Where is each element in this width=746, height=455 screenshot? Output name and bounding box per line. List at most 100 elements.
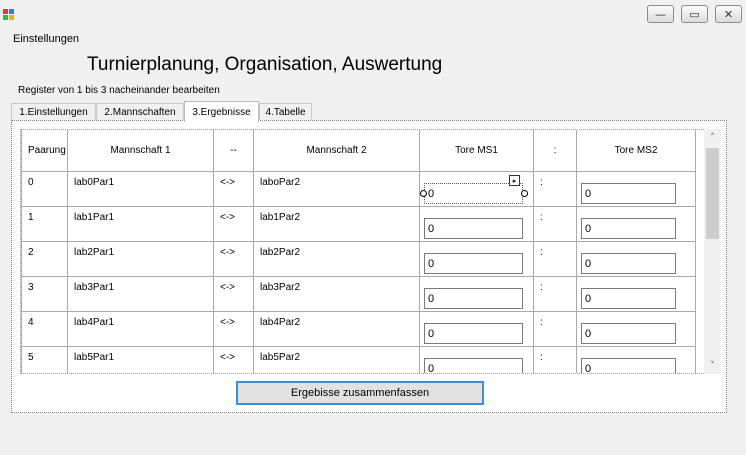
cell-text-team2: lab3Par2 — [260, 282, 301, 293]
cell-text-vs: <-> — [220, 177, 236, 188]
cell-text-colon: : — [540, 247, 543, 258]
header-paarung: Paarung — [21, 130, 68, 171]
close-icon: ✕ — [723, 7, 734, 21]
goals-team2-input[interactable]: 0 — [581, 183, 676, 204]
goals-team2-input[interactable]: 0 — [581, 253, 676, 274]
table-row: 2 lab2Par1 <-> lab2Par2 0: 0 — [21, 242, 696, 277]
cell-text-team1: lab2Par1 — [74, 247, 115, 258]
cell-vs: <-> — [214, 172, 254, 206]
grid-body: 0 lab0Par1 <-> laboPar2 0 ▸:0 1 lab1Par1 <-> lab1… — [21, 172, 696, 373]
goals-team1-input[interactable]: 0 — [424, 288, 523, 309]
table-row: 4 lab4Par1 <-> lab4Par2 0: 0 — [21, 312, 696, 347]
grid-header-row: Paarung Mannschaft 1 -- Mannschaft 2 Tor… — [21, 130, 696, 172]
cell-colon: : — [534, 242, 577, 276]
tab-tabelle[interactable]: 4.Tabelle — [259, 103, 312, 121]
goals-team1-input[interactable]: 0 — [424, 358, 523, 373]
cell-tore1: 0 ▸ — [420, 172, 534, 206]
cell-text-team2: lab2Par2 — [260, 247, 301, 258]
vertical-scrollbar[interactable]: ˄ ˅ — [704, 129, 721, 374]
app-icon — [3, 9, 17, 21]
cell-colon: : — [534, 207, 577, 241]
page-title: Turnierplanung, Organisation, Auswertung — [87, 54, 443, 75]
tab-mannschaften[interactable]: 2.Mannschaften — [96, 103, 184, 121]
cell-text-vs: <-> — [220, 212, 236, 223]
summarize-results-button[interactable]: Ergebisse zusammenfassen — [236, 381, 484, 405]
goals-team2-input[interactable]: 0 — [581, 218, 676, 239]
scroll-thumb[interactable] — [706, 148, 719, 239]
cell-text-team2: laboPar2 — [260, 177, 301, 188]
cell-text-vs: <-> — [220, 282, 236, 293]
cell-vs: <-> — [214, 312, 254, 346]
cell-text-team1: lab1Par1 — [74, 212, 115, 223]
menu-einstellungen[interactable]: Einstellungen — [13, 33, 79, 45]
cell-vs: <-> — [214, 277, 254, 311]
cell-text-paarung: 4 — [28, 317, 34, 328]
goals-team1-input[interactable]: 0 — [424, 253, 523, 274]
goals-team2-input[interactable]: 0 — [581, 358, 676, 373]
cell-vs: <-> — [214, 207, 254, 241]
cell-tore2: 0 — [577, 347, 696, 373]
cell-paarung: 1 — [21, 207, 68, 241]
table-row: 3 lab3Par1 <-> lab3Par2 0: 0 — [21, 277, 696, 312]
header-colon-label: : — [553, 145, 557, 156]
scroll-down-icon[interactable]: ˅ — [704, 357, 721, 374]
header-mannschaft1: Mannschaft 1 — [68, 130, 214, 171]
table-row: 1 lab1Par1 <-> lab1Par2 0: 0 — [21, 207, 696, 242]
cell-vs: <-> — [214, 347, 254, 373]
close-button[interactable]: ✕ — [715, 5, 742, 23]
instruction-label: Register von 1 bis 3 nacheinander bearbe… — [18, 85, 220, 96]
cell-text-colon: : — [540, 282, 543, 293]
cell-text-team2: lab5Par2 — [260, 352, 301, 363]
tab-einstellungen[interactable]: 1.Einstellungen — [11, 103, 96, 121]
cell-text-paarung: 1 — [28, 212, 34, 223]
goals-team1-input[interactable]: 0 — [424, 218, 523, 239]
table-row: 0 lab0Par1 <-> laboPar2 0 ▸:0 — [21, 172, 696, 207]
cell-tore1: 0 — [420, 242, 534, 276]
cell-paarung: 5 — [21, 347, 68, 373]
cell-text-colon: : — [540, 352, 543, 363]
resize-handle-left[interactable] — [420, 190, 427, 197]
results-grid-panel[interactable]: Paarung Mannschaft 1 -- Mannschaft 2 Tor… — [20, 129, 712, 374]
cell-text-colon: : — [540, 317, 543, 328]
cell-text-team2: lab4Par2 — [260, 317, 301, 328]
cell-text-paarung: 5 — [28, 352, 34, 363]
cell-paarung: 2 — [21, 242, 68, 276]
cell-paarung: 0 — [21, 172, 68, 206]
cell-colon: : — [534, 347, 577, 373]
cell-text-colon: : — [540, 212, 543, 223]
cell-team2: laboPar2 — [254, 172, 420, 206]
table-row: 5 lab5Par1 <-> lab5Par2 0: 0 — [21, 347, 696, 373]
header-vs-label: -- — [230, 145, 237, 156]
cell-tore2: 0 — [577, 172, 696, 206]
cell-tore1: 0 — [420, 312, 534, 346]
cell-text-vs: <-> — [220, 247, 236, 258]
cell-text-vs: <-> — [220, 317, 236, 328]
cell-team1: lab2Par1 — [68, 242, 214, 276]
cell-team2: lab3Par2 — [254, 277, 420, 311]
tab-panel-ergebnisse: Paarung Mannschaft 1 -- Mannschaft 2 Tor… — [11, 120, 727, 413]
scroll-up-icon[interactable]: ˄ — [704, 129, 721, 146]
goals-team2-input[interactable]: 0 — [581, 323, 676, 344]
cell-text-paarung: 2 — [28, 247, 34, 258]
cell-team2: lab5Par2 — [254, 347, 420, 373]
header-tore2-label: Tore MS2 — [614, 145, 658, 156]
goals-team2-input[interactable]: 0 — [581, 288, 676, 309]
cell-paarung: 4 — [21, 312, 68, 346]
cell-paarung: 3 — [21, 277, 68, 311]
minimize-button[interactable]: — — [647, 5, 674, 23]
header-mannschaft2: Mannschaft 2 — [254, 130, 420, 171]
maximize-button[interactable]: ▭ — [681, 5, 708, 23]
cell-team1: lab1Par1 — [68, 207, 214, 241]
app-icon-yellow — [9, 15, 14, 20]
cell-team2: lab4Par2 — [254, 312, 420, 346]
cell-text-team2: lab1Par2 — [260, 212, 301, 223]
tab-ergebnisse[interactable]: 3.Ergebnisse — [184, 101, 259, 122]
menu-bar: Einstellungen — [0, 30, 746, 48]
header-mannschaft2-label: Mannschaft 2 — [306, 145, 367, 156]
resize-handle-right[interactable] — [521, 190, 528, 197]
smart-tag-icon[interactable]: ▸ — [509, 175, 520, 186]
cell-team1: lab5Par1 — [68, 347, 214, 373]
goals-team1-input[interactable]: 0 — [424, 183, 523, 204]
goals-team1-input[interactable]: 0 — [424, 323, 523, 344]
cell-text-colon: : — [540, 177, 543, 188]
